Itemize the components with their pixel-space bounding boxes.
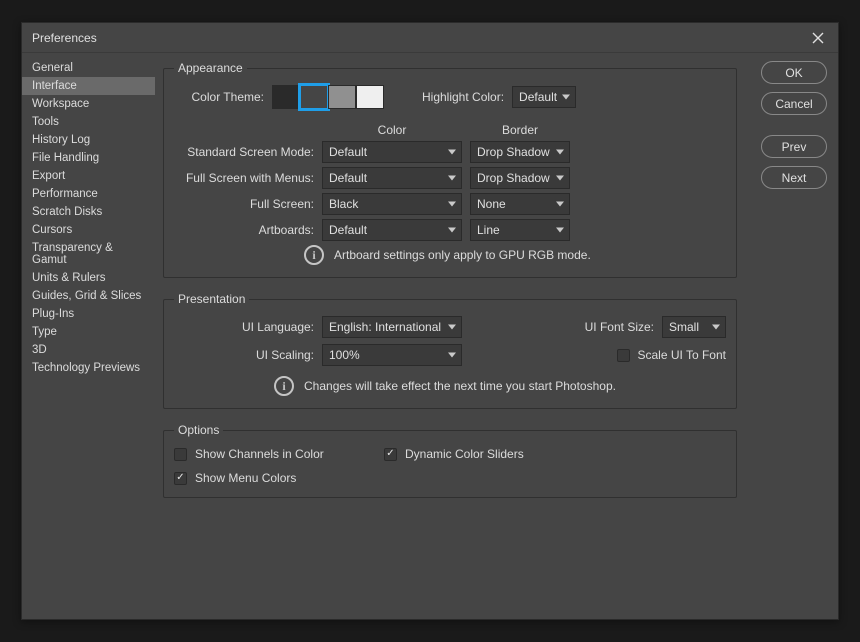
checkbox-box bbox=[174, 448, 187, 461]
main-panel: Appearance Color Theme: Highlight Color:… bbox=[155, 53, 745, 619]
option-label: Show Channels in Color bbox=[195, 447, 324, 461]
color-theme-label: Color Theme: bbox=[174, 90, 264, 104]
sidebar-item-performance[interactable]: Performance bbox=[22, 185, 155, 203]
next-button[interactable]: Next bbox=[761, 166, 827, 189]
sidebar-item-export[interactable]: Export bbox=[22, 167, 155, 185]
chevron-down-icon bbox=[556, 228, 564, 233]
chevron-down-icon bbox=[712, 325, 720, 330]
standard-screen-label: Standard Screen Mode: bbox=[174, 145, 314, 159]
info-icon: i bbox=[304, 245, 324, 265]
sidebar-item-plug-ins[interactable]: Plug-Ins bbox=[22, 305, 155, 323]
scale-ui-to-font-checkbox[interactable]: Scale UI To Font bbox=[617, 348, 727, 362]
theme-swatch-1[interactable] bbox=[300, 85, 328, 109]
sidebar-item-cursors[interactable]: Cursors bbox=[22, 221, 155, 239]
sidebar: GeneralInterfaceWorkspaceToolsHistory Lo… bbox=[22, 53, 155, 619]
sidebar-item-technology-previews[interactable]: Technology Previews bbox=[22, 359, 155, 377]
artboards-border-dropdown[interactable]: Line bbox=[470, 219, 570, 241]
chevron-down-icon bbox=[556, 176, 564, 181]
chevron-down-icon bbox=[448, 353, 456, 358]
preferences-dialog: Preferences GeneralInterfaceWorkspaceToo… bbox=[21, 22, 839, 620]
highlight-color-label: Highlight Color: bbox=[422, 90, 504, 104]
fullscreen-menus-border-dropdown[interactable]: Drop Shadow bbox=[470, 167, 570, 189]
ui-scaling-label: UI Scaling: bbox=[174, 348, 314, 362]
sidebar-item-file-handling[interactable]: File Handling bbox=[22, 149, 155, 167]
checkbox-box bbox=[384, 448, 397, 461]
appearance-info-text: Artboard settings only apply to GPU RGB … bbox=[334, 248, 591, 262]
appearance-legend: Appearance bbox=[174, 61, 247, 75]
sidebar-item-tools[interactable]: Tools bbox=[22, 113, 155, 131]
close-button[interactable] bbox=[808, 30, 828, 46]
color-theme-swatches bbox=[272, 85, 384, 109]
ui-font-size-dropdown[interactable]: Small bbox=[662, 316, 726, 338]
sidebar-item-history-log[interactable]: History Log bbox=[22, 131, 155, 149]
chevron-down-icon bbox=[556, 202, 564, 207]
fullscreen-border-dropdown[interactable]: None bbox=[470, 193, 570, 215]
artboards-label: Artboards: bbox=[174, 223, 314, 237]
sidebar-item-general[interactable]: General bbox=[22, 59, 155, 77]
checkbox-box bbox=[174, 472, 187, 485]
fullscreen-menus-label: Full Screen with Menus: bbox=[174, 171, 314, 185]
appearance-group: Appearance Color Theme: Highlight Color:… bbox=[163, 61, 737, 278]
presentation-group: Presentation UI Language: English: Inter… bbox=[163, 292, 737, 409]
chevron-down-icon bbox=[562, 95, 570, 100]
theme-swatch-0[interactable] bbox=[272, 85, 300, 109]
theme-swatch-3[interactable] bbox=[356, 85, 384, 109]
dialog-title: Preferences bbox=[32, 31, 808, 45]
chevron-down-icon bbox=[448, 150, 456, 155]
checkbox-box bbox=[617, 349, 630, 362]
option-label: Show Menu Colors bbox=[195, 471, 296, 485]
fullscreen-color-dropdown[interactable]: Black bbox=[322, 193, 462, 215]
sidebar-item-transparency-gamut[interactable]: Transparency & Gamut bbox=[22, 239, 155, 269]
options-legend: Options bbox=[174, 423, 223, 437]
column-header-color: Color bbox=[322, 123, 462, 137]
options-group: Options Show Channels in Color Dynamic Co… bbox=[163, 423, 737, 498]
sidebar-item-type[interactable]: Type bbox=[22, 323, 155, 341]
info-icon: i bbox=[274, 376, 294, 396]
highlight-color-dropdown[interactable]: Default bbox=[512, 86, 576, 108]
sidebar-item-3d[interactable]: 3D bbox=[22, 341, 155, 359]
sidebar-item-scratch-disks[interactable]: Scratch Disks bbox=[22, 203, 155, 221]
fullscreen-menus-color-dropdown[interactable]: Default bbox=[322, 167, 462, 189]
chevron-down-icon bbox=[448, 176, 456, 181]
column-header-border: Border bbox=[470, 123, 570, 137]
ui-language-dropdown[interactable]: English: International bbox=[322, 316, 462, 338]
button-column: OK Cancel Prev Next bbox=[745, 53, 837, 619]
ok-button[interactable]: OK bbox=[761, 61, 827, 84]
scale-ui-to-font-label: Scale UI To Font bbox=[638, 348, 727, 362]
sidebar-item-guides-grid-slices[interactable]: Guides, Grid & Slices bbox=[22, 287, 155, 305]
ui-language-label: UI Language: bbox=[174, 320, 314, 334]
standard-screen-color-dropdown[interactable]: Default bbox=[322, 141, 462, 163]
highlight-color-value: Default bbox=[519, 90, 557, 104]
cancel-button[interactable]: Cancel bbox=[761, 92, 827, 115]
sidebar-item-units-rulers[interactable]: Units & Rulers bbox=[22, 269, 155, 287]
chevron-down-icon bbox=[448, 325, 456, 330]
option-show-menu-colors[interactable]: Show Menu Colors bbox=[174, 471, 364, 485]
option-dynamic-color-sliders[interactable]: Dynamic Color Sliders bbox=[384, 447, 726, 461]
theme-swatch-2[interactable] bbox=[328, 85, 356, 109]
titlebar: Preferences bbox=[22, 23, 838, 53]
presentation-legend: Presentation bbox=[174, 292, 249, 306]
option-show-channels-in-color[interactable]: Show Channels in Color bbox=[174, 447, 364, 461]
presentation-info-text: Changes will take effect the next time y… bbox=[304, 379, 616, 393]
sidebar-item-workspace[interactable]: Workspace bbox=[22, 95, 155, 113]
prev-button[interactable]: Prev bbox=[761, 135, 827, 158]
ui-scaling-dropdown[interactable]: 100% bbox=[322, 344, 462, 366]
sidebar-item-interface[interactable]: Interface bbox=[22, 77, 155, 95]
artboards-color-dropdown[interactable]: Default bbox=[322, 219, 462, 241]
ui-font-size-label: UI Font Size: bbox=[585, 320, 654, 334]
chevron-down-icon bbox=[448, 228, 456, 233]
standard-screen-border-dropdown[interactable]: Drop Shadow bbox=[470, 141, 570, 163]
fullscreen-label: Full Screen: bbox=[174, 197, 314, 211]
chevron-down-icon bbox=[448, 202, 456, 207]
chevron-down-icon bbox=[556, 150, 564, 155]
option-label: Dynamic Color Sliders bbox=[405, 447, 524, 461]
